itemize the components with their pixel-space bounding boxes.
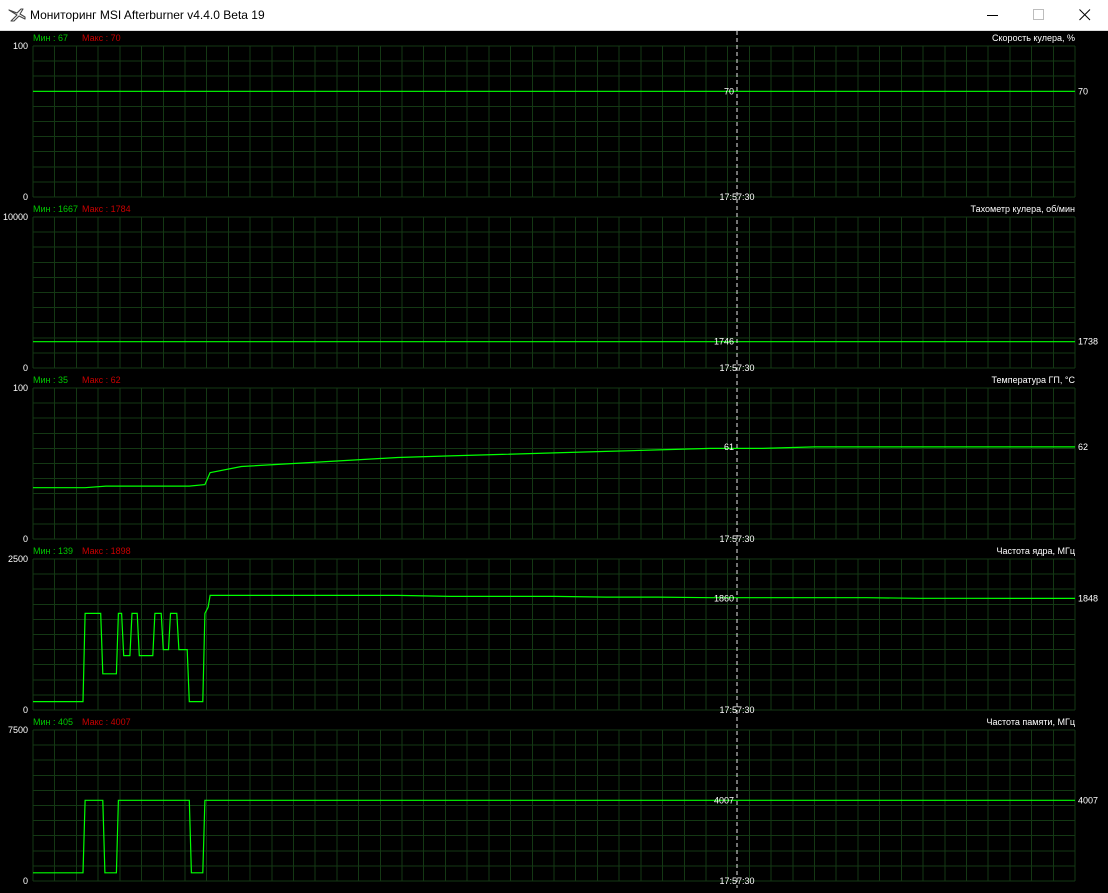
y-axis-max-label: 2500 [8,554,28,564]
cursor-value-label: 70 [724,86,734,96]
graph-title: Температура ГП, °С [992,375,1076,385]
min-label: Мин : 67 [33,33,68,43]
graph-title: Тахометр кулера, об/мин [971,204,1076,214]
max-label: Макс : 4007 [82,717,131,727]
chart-grid [32,387,1076,540]
cursor-value-label: 1746 [714,337,734,347]
cursor-value-label: 4007 [714,795,734,805]
y-axis-min-label: 0 [23,705,28,715]
title-bar[interactable]: Мониторинг MSI Afterburner v4.4.0 Beta 1… [0,0,1108,31]
graph-title: Частота ядра, МГц [996,546,1075,556]
monitoring-graphs[interactable]: 100 0 Мин : 67 Макс : 70 Скорость кулера, % 7… [0,31,1108,888]
graph-title: Скорость кулера, % [992,33,1075,43]
y-axis-min-label: 0 [23,363,28,373]
cursor-value-label: 61 [724,442,734,452]
min-label: Мин : 1667 [33,204,78,214]
chart-grid [32,216,1076,369]
y-axis-max-label: 100 [13,383,28,393]
minimize-button[interactable] [970,0,1016,30]
max-label: Макс : 70 [82,33,121,43]
maximize-button[interactable] [1016,0,1062,30]
current-value-label: 62 [1078,442,1088,452]
graphs-canvas[interactable]: 100 0 Мин : 67 Макс : 70 Скорость кулера, % 7… [0,31,1108,888]
current-value-label: 1738 [1078,337,1098,347]
chart-grid [32,45,1076,198]
window-title: Мониторинг MSI Afterburner v4.4.0 Beta 1… [30,8,265,22]
afterburner-plane-icon [8,8,26,22]
minimize-icon [987,15,998,16]
cursor-value-label: 1860 [714,593,734,603]
min-label: Мин : 35 [33,375,68,385]
graph-title: Частота памяти, МГц [987,717,1075,727]
max-label: Макс : 62 [82,375,121,385]
y-axis-max-label: 100 [13,41,28,51]
maximize-icon [1033,9,1044,20]
close-icon [1079,9,1091,21]
y-axis-max-label: 10000 [3,212,28,222]
max-label: Макс : 1784 [82,204,131,214]
min-label: Мин : 139 [33,546,73,556]
y-axis-min-label: 0 [23,876,28,886]
current-value-label: 4007 [1078,795,1098,805]
y-axis-min-label: 0 [23,534,28,544]
current-value-label: 1848 [1078,593,1098,603]
y-axis-min-label: 0 [23,192,28,202]
y-axis-max-label: 7500 [8,725,28,735]
close-button[interactable] [1062,0,1108,30]
current-value-label: 70 [1078,86,1088,96]
max-label: Макс : 1898 [82,546,131,556]
min-label: Мин : 405 [33,717,73,727]
